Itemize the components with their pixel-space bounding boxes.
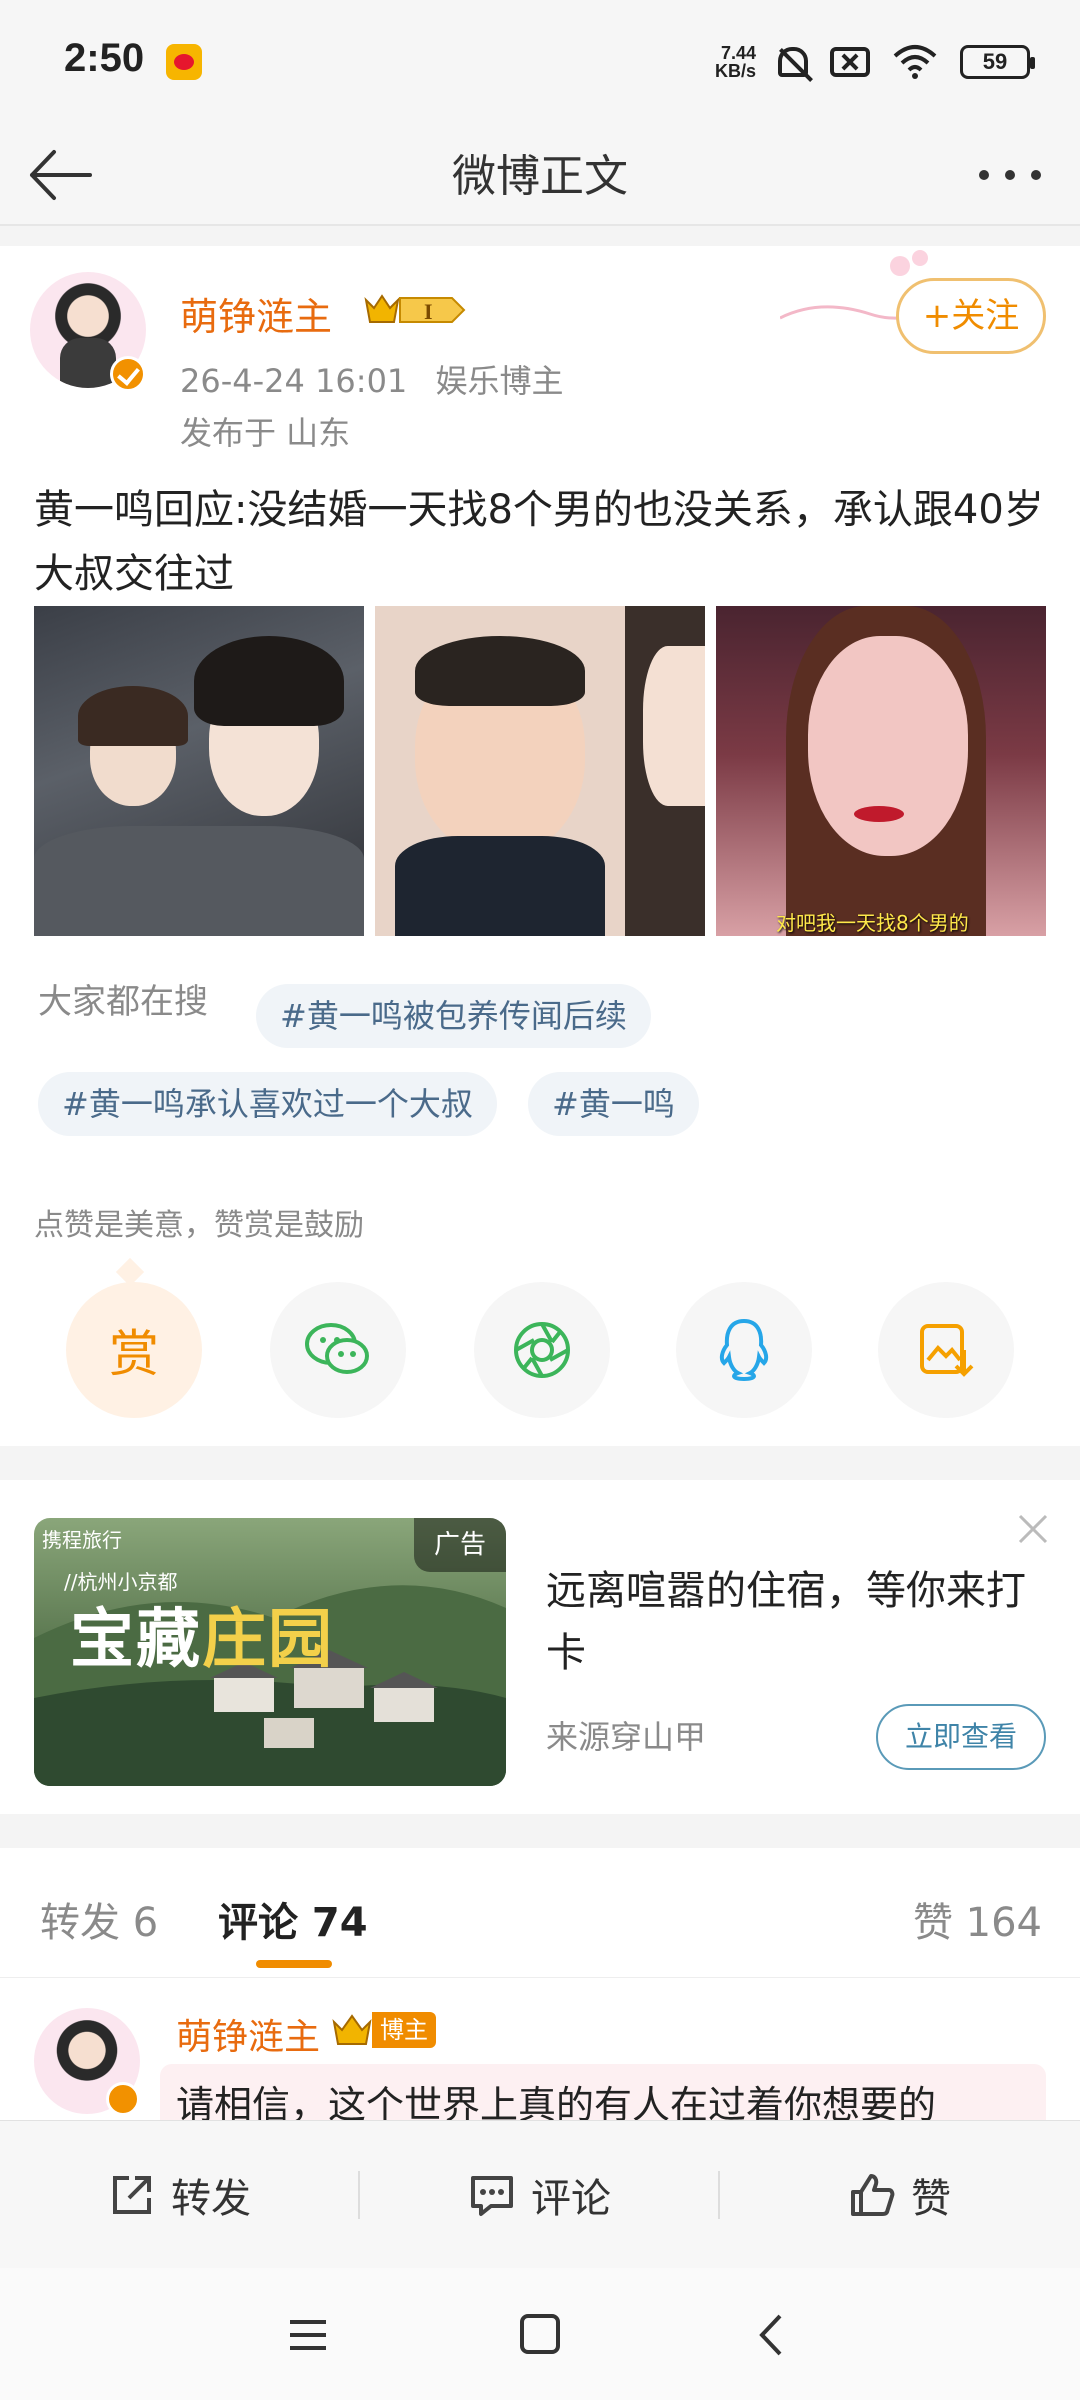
ad-image[interactable]: 携程旅行 //杭州小京都 宝藏庄园 广告	[34, 1518, 506, 1786]
image-grid: 对吧我一天找8个男的	[34, 606, 1046, 936]
save-image-button[interactable]	[878, 1282, 1014, 1418]
reward-icon: 赏	[109, 1325, 159, 1383]
like-button[interactable]: 赞	[720, 2121, 1080, 2269]
no-sim-icon	[830, 47, 870, 77]
post-location: 发布于 山东	[180, 414, 351, 452]
comment-button[interactable]: 评论	[360, 2121, 720, 2269]
save-image-icon	[920, 1324, 974, 1377]
tab-reposts[interactable]: 转发 6	[40, 1890, 158, 1948]
vip-level: I	[424, 299, 433, 324]
menu-icon[interactable]	[278, 2308, 338, 2362]
author-tag: 娱乐博主	[435, 362, 564, 400]
ad-art-title-part2: 庄园	[202, 1602, 334, 1677]
bottom-action-bar: 转发 评论 赞	[0, 2120, 1080, 2268]
post-date: 26-4-24 16:01	[180, 362, 408, 400]
share-wechat-button[interactable]	[270, 1282, 406, 1418]
comment-label: 评论	[531, 2176, 611, 2222]
status-time: 2:50	[64, 36, 145, 80]
qq-icon	[719, 1318, 769, 1382]
share-moments-button[interactable]	[474, 1282, 610, 1418]
post-meta: 26-4-24 16:01 娱乐博主	[180, 356, 581, 402]
verified-badge-icon	[110, 356, 146, 392]
author-name[interactable]: 萌铮涟主	[180, 286, 332, 341]
repost-button[interactable]: 转发	[0, 2121, 360, 2269]
tab-comments[interactable]: 评论 74	[218, 1890, 368, 1948]
net-speed-value: 7.44	[720, 43, 756, 63]
ad-label-badge: 广告	[414, 1518, 506, 1572]
hashtag-link[interactable]: #黄一鸣承认喜欢过一个大叔	[38, 1072, 497, 1136]
ad-art-title: 宝藏庄园	[70, 1588, 334, 1680]
wifi-icon	[893, 45, 937, 79]
share-qq-button[interactable]	[676, 1282, 812, 1418]
battery-icon: 59	[960, 45, 1035, 79]
post-text: 黄一鸣回应:没结婚一天找8个男的也没关系，承认跟40岁大叔交往过	[34, 487, 1044, 597]
post-image-1[interactable]	[34, 606, 364, 936]
commenter-name[interactable]: 萌铮涟主	[176, 2008, 320, 2060]
repost-label: 转发	[171, 2176, 251, 2222]
image-caption: 对吧我一天找8个男的	[776, 911, 969, 935]
tab-likes[interactable]: 赞 164	[913, 1890, 1042, 1948]
ad-brand: 携程旅行	[42, 1528, 122, 1552]
like-label: 赞	[911, 2176, 951, 2222]
net-speed: 7.44 KB/s	[715, 44, 756, 80]
net-speed-unit: KB/s	[714, 61, 756, 81]
more-dots-icon[interactable]	[970, 150, 1050, 200]
share-out-icon	[113, 2176, 151, 2214]
post-card: 萌铮涟主 I 26-4-24 16:01 娱乐博主 发布于 山东 +关注 黄一鸣…	[0, 246, 1080, 1446]
system-nav-bar	[0, 2268, 1080, 2400]
wechat-icon	[305, 1323, 369, 1374]
hashtag-link[interactable]: #黄一鸣	[528, 1072, 699, 1136]
active-tab-indicator	[256, 1960, 332, 1968]
comment-bubble: 请相信，这个世界上真的有人在过着你想要的	[160, 2064, 1046, 2120]
trending-search-label: 大家都在搜	[38, 982, 208, 1022]
comment-icon	[471, 2176, 513, 2216]
back-chevron-icon[interactable]	[742, 2308, 802, 2362]
hashtag-link[interactable]: #黄一鸣被包养传闻后续	[256, 984, 651, 1048]
reward-button[interactable]: 赏	[66, 1282, 202, 1418]
ad-card[interactable]: 携程旅行 //杭州小京都 宝藏庄园 广告 远离喧嚣的住宿，等你来打卡 来源穿山甲…	[0, 1480, 1080, 1814]
post-image-2[interactable]	[375, 606, 705, 936]
ad-source: 来源穿山甲	[546, 1718, 707, 1756]
vip-crown-badge-icon: I	[364, 294, 466, 324]
thumbs-up-icon	[851, 2174, 895, 2216]
ad-headline[interactable]: 远离喧嚣的住宿，等你来打卡	[546, 1560, 1026, 1684]
home-square-icon[interactable]	[510, 2308, 570, 2362]
status-icons: 7.44 KB/s 59	[715, 40, 1035, 84]
mute-bell-icon	[778, 47, 808, 77]
share-row: 赏	[0, 1282, 1080, 1422]
close-icon[interactable]	[1016, 1512, 1050, 1546]
interaction-tabs: 转发 6 评论 74 赞 164	[0, 1848, 1080, 1978]
weibo-app-icon	[166, 44, 202, 80]
page-title: 微博正文	[452, 151, 628, 202]
comment-text: 请相信，这个世界上真的有人在过着你想要的	[176, 2083, 937, 2120]
reward-prompt: 点赞是美意，赞赏是鼓励	[34, 1208, 364, 1243]
follow-button[interactable]: +关注	[896, 278, 1046, 354]
top-header: 微博正文	[0, 120, 1080, 226]
ad-art-title-part1: 宝藏	[70, 1602, 202, 1677]
moments-icon	[514, 1322, 570, 1378]
post-image-3[interactable]: 对吧我一天找8个男的	[716, 606, 1046, 936]
verified-badge-icon	[106, 2082, 140, 2116]
author-badge: 博主	[372, 2012, 436, 2048]
comment-item[interactable]: 萌铮涟主 博主 请相信，这个世界上真的有人在过着你想要的	[0, 1978, 1080, 2120]
crown-icon	[332, 2014, 372, 2045]
ad-cta-button[interactable]: 立即查看	[876, 1704, 1046, 1770]
status-bar: 2:50 7.44 KB/s 59	[0, 0, 1080, 120]
